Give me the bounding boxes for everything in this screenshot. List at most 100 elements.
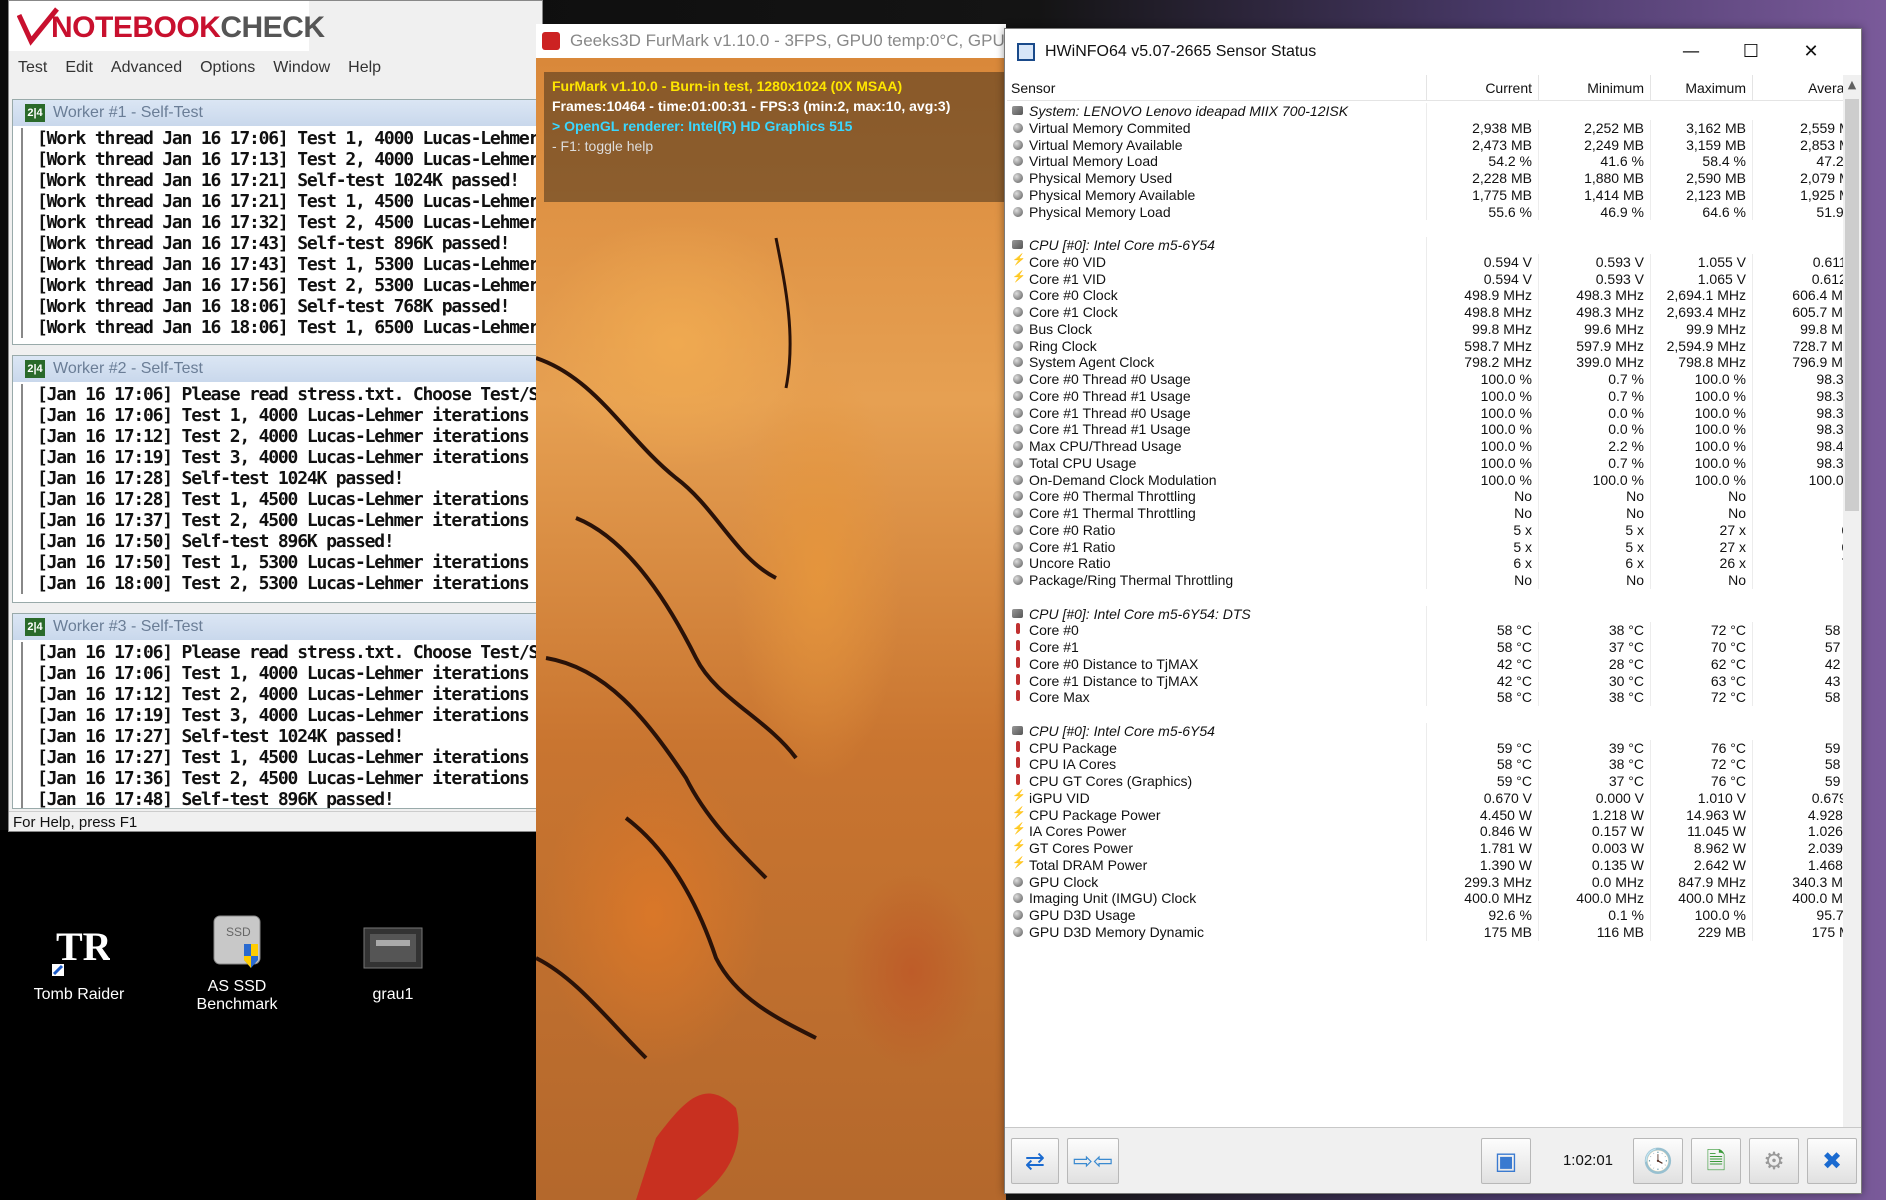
desktop-icon-grau1[interactable]: grau1 bbox=[328, 918, 458, 1004]
sensor-row[interactable]: GPU Clock 299.3 MHz 0.0 MHz 847.9 MHz 340.3 … bbox=[1007, 873, 1843, 891]
sensor-group-row[interactable]: CPU [#0]: Intel Core m5-6Y54 bbox=[1007, 237, 1843, 254]
minimize-button[interactable]: — bbox=[1661, 29, 1721, 75]
average-value: 95.7 % bbox=[1753, 907, 1843, 924]
sensor-row[interactable]: On-Demand Clock Modulation 100.0 % 100.0 %… bbox=[1007, 471, 1843, 489]
sensor-group-row[interactable]: System: LENOVO Lenovo ideapad MIIX 700-1… bbox=[1007, 103, 1843, 120]
sensor-row[interactable]: Core #0 Thermal ThrottlingNoNoNoNo bbox=[1007, 488, 1843, 505]
worker-title[interactable]: 2|4 Worker #2 - Self-Test bbox=[13, 356, 542, 382]
sensor-row[interactable]: Core #058 °C38 °C72 °C58 °C bbox=[1007, 622, 1843, 639]
maximum-value: 99.9 MHz bbox=[1651, 320, 1753, 338]
sensor-row[interactable]: Core #0 Clock 498.9 MHz 498.3 MHz 2,694.1 M… bbox=[1007, 287, 1843, 304]
minimum-value: 46.9 % bbox=[1539, 203, 1651, 221]
worker-title[interactable]: 2|4 Worker #1 - Self-Test bbox=[13, 100, 542, 126]
sensor-row[interactable]: Core #1 Distance to TjMAX 42 °C 30 °C 63 °C… bbox=[1007, 672, 1843, 690]
column-minimum[interactable]: Minimum bbox=[1539, 75, 1651, 101]
worker-window-3[interactable]: 2|4 Worker #3 - Self-Test [Jan 16 17:06] … bbox=[12, 613, 542, 809]
sensor-row[interactable]: Package/Ring Thermal ThrottlingNoNoNoNo bbox=[1007, 572, 1843, 589]
collapse-button[interactable]: ⇨⇦ bbox=[1067, 1138, 1119, 1184]
sensor-row[interactable]: Core #1 VID 0.594 V0.593 V1.065 V0.612 V bbox=[1007, 269, 1843, 288]
hwinfo-titlebar[interactable]: HWiNFO64 v5.07-2665 Sensor Status — ☐ ✕ bbox=[1005, 29, 1861, 75]
sensor-group-row[interactable]: CPU [#0]: Intel Core m5-6Y54: DTS bbox=[1007, 605, 1843, 623]
clock-button[interactable]: 🕓 bbox=[1633, 1138, 1683, 1184]
current-value: 55.6 % bbox=[1427, 203, 1539, 221]
log-line: [Jan 16 17:27] Test 1, 4500 Lucas-Lehmer… bbox=[37, 747, 542, 768]
desktop-icon-tomb-raider[interactable]: TR Tomb Raider bbox=[14, 918, 144, 1004]
close-button[interactable]: ✕ bbox=[1781, 29, 1841, 75]
menu-item-window[interactable]: Window bbox=[264, 57, 339, 81]
minimum-value: 0.157 W bbox=[1539, 823, 1651, 840]
sensor-row[interactable]: Core #0 Thread #0 Usage 100.0 % 0.7 % 100.0… bbox=[1007, 371, 1843, 388]
worker-title[interactable]: 2|4 Worker #3 - Self-Test bbox=[13, 614, 542, 640]
sensor-row[interactable]: GPU D3D Usage 92.6 %0.1 %100.0 %95.7 % bbox=[1007, 907, 1843, 924]
sensor-row[interactable]: System Agent Clock 798.2 MHz 399.0 MHz 798.… bbox=[1007, 354, 1843, 371]
sensor-row[interactable]: CPU Package59 °C39 °C76 °C59 °C bbox=[1007, 739, 1843, 757]
menu-item-advanced[interactable]: Advanced bbox=[102, 57, 191, 81]
current-value: 1.390 W bbox=[1427, 856, 1539, 874]
worker-window-2[interactable]: 2|4 Worker #2 - Self-Test [Jan 16 17:06] … bbox=[12, 355, 542, 603]
sensor-label: Core #0 Distance to TjMAX bbox=[1007, 655, 1427, 673]
worker-log[interactable]: [Work thread Jan 16 17:06] Test 1, 4000 … bbox=[21, 128, 542, 338]
sensor-row[interactable]: Core #0 Thread #1 Usage 100.0 % 0.7 % 100.0… bbox=[1007, 387, 1843, 405]
sensor-row[interactable]: Uncore Ratio6 x6 x26 x7 x bbox=[1007, 555, 1843, 572]
settings-button[interactable]: ⚙ bbox=[1749, 1138, 1799, 1184]
maximum-value: 72 °C bbox=[1651, 622, 1753, 639]
menu-item-options[interactable]: Options bbox=[191, 57, 264, 81]
sensor-row[interactable]: iGPU VID 0.670 V0.000 V1.010 V0.679 V bbox=[1007, 788, 1843, 807]
sensor-row[interactable]: Ring Clock 598.7 MHz 597.9 MHz 2,594.9 MHz 7… bbox=[1007, 337, 1843, 355]
sensor-row[interactable]: Virtual Memory Commited 2,938 MB 2,252 MB 3… bbox=[1007, 119, 1843, 137]
sensor-row[interactable]: Virtual Memory Load 54.2 % 41.6 % 58.4 % 47.… bbox=[1007, 153, 1843, 170]
sensor-row[interactable]: Total DRAM Power 1.390 W0.135 W2.642 W1.4… bbox=[1007, 855, 1843, 874]
log-button[interactable]: 🗎 bbox=[1691, 1138, 1741, 1184]
scrollbar-thumb[interactable] bbox=[1845, 99, 1859, 511]
exit-button[interactable]: ✖ bbox=[1807, 1138, 1857, 1184]
sensor-row[interactable]: GPU D3D Memory Dynamic 175 MB 116 MB 229 MB… bbox=[1007, 923, 1843, 941]
sensor-row[interactable]: Core #1 Thread #0 Usage 100.0 % 0.0 % 100.0… bbox=[1007, 404, 1843, 422]
sensor-row[interactable]: Max CPU/Thread Usage 100.0 % 2.2 % 100.0 % 9… bbox=[1007, 438, 1843, 455]
sensor-label: Total DRAM Power bbox=[1007, 855, 1427, 874]
sensor-row[interactable]: Bus Clock99.8 MHz99.6 MHz99.9 MHz99.8 MH… bbox=[1007, 320, 1843, 338]
column-current[interactable]: Current bbox=[1427, 75, 1539, 101]
network-button[interactable]: ▣ bbox=[1481, 1138, 1531, 1184]
sensor-row[interactable]: Physical Memory Load 55.6 % 46.9 % 64.6 % 51… bbox=[1007, 203, 1843, 221]
sensor-row[interactable]: Core #0 VID 0.594 V0.593 V1.055 V0.611 V bbox=[1007, 252, 1843, 271]
sensor-row[interactable]: Virtual Memory Available 2,473 MB 2,249 MB… bbox=[1007, 136, 1843, 154]
sensor-row[interactable]: CPU GT Cores (Graphics) 59 °C 37 °C 76 °C 59… bbox=[1007, 773, 1843, 790]
sensor-row[interactable]: Core #1 58 °C37 °C70 °C57 °C bbox=[1007, 639, 1843, 656]
worker-log[interactable]: [Jan 16 17:06] Please read stress.txt. C… bbox=[21, 384, 542, 594]
sensor-row[interactable]: Total CPU Usage100.0 %0.7 %100.0 %98.3 % bbox=[1007, 454, 1843, 472]
scroll-up-arrow-icon[interactable]: ▲ bbox=[1843, 75, 1861, 95]
furmark-titlebar[interactable]: Geeks3D FurMark v1.10.0 - 3FPS, GPU0 tem… bbox=[536, 24, 1006, 58]
worker-app-icon: 2|4 bbox=[25, 618, 45, 636]
maximize-button[interactable]: ☐ bbox=[1721, 29, 1781, 75]
sensor-row[interactable]: Core #0 Ratio5 x5 x27 x6 x bbox=[1007, 521, 1843, 539]
sensor-row[interactable]: Imaging Unit (IMGU) Clock 400.0 MHz 400.0 … bbox=[1007, 890, 1843, 907]
sensor-row[interactable]: Core #1 Ratio5 x5 x27 x6 x bbox=[1007, 538, 1843, 556]
vertical-scrollbar[interactable]: ▲ ▼ bbox=[1843, 75, 1861, 1151]
sensor-table[interactable]: Sensor Current Minimum Maximum Average S… bbox=[1007, 75, 1843, 1151]
maximum-value: 100.0 % bbox=[1651, 454, 1753, 472]
sensor-row[interactable]: Core #0 Distance to TjMAX 42 °C 28 °C 62 °C… bbox=[1007, 655, 1843, 673]
sensor-row[interactable]: Core #1 Thermal ThrottlingNoNoNoNo bbox=[1007, 505, 1843, 522]
sensor-row[interactable]: Physical Memory Available 1,775 MB 1,414 M… bbox=[1007, 186, 1843, 204]
sensor-row[interactable]: CPU Package Power 4.450 W1.218 W14.963 W4… bbox=[1007, 805, 1843, 824]
column-sensor[interactable]: Sensor bbox=[1007, 75, 1427, 101]
sensor-name: Uncore Ratio bbox=[1029, 555, 1111, 572]
sensor-row[interactable]: Core #1 Clock 498.8 MHz 498.3 MHz 2,693.4 M… bbox=[1007, 304, 1843, 321]
sensor-row[interactable]: GT Cores Power 1.781 W0.003 W8.962 W2.039… bbox=[1007, 838, 1843, 857]
desktop-icon-as-ssd[interactable]: SSD AS SSD Benchmark bbox=[172, 910, 302, 1014]
sensor-row[interactable]: Physical Memory Used 2,228 MB 1,880 MB 2,59… bbox=[1007, 170, 1843, 187]
sensor-row[interactable]: Core #1 Thread #1 Usage 100.0 % 0.0 % 100.0… bbox=[1007, 421, 1843, 438]
sensor-dot-icon bbox=[1013, 173, 1023, 183]
sensor-row[interactable]: Core Max58 °C38 °C72 °C58 °C bbox=[1007, 689, 1843, 706]
worker-log[interactable]: [Jan 16 17:06] Please read stress.txt. C… bbox=[21, 642, 542, 808]
column-average[interactable]: Average bbox=[1753, 75, 1843, 101]
sensor-row[interactable]: CPU IA Cores58 °C38 °C72 °C58 °C bbox=[1007, 756, 1843, 773]
navigate-arrows-button[interactable]: ⇄ bbox=[1011, 1138, 1059, 1184]
sensor-group-row[interactable]: CPU [#0]: Intel Core m5-6Y54 bbox=[1007, 722, 1843, 740]
worker-window-1[interactable]: 2|4 Worker #1 - Self-Test [Work thread Ja… bbox=[12, 99, 542, 345]
menu-item-test[interactable]: Test bbox=[9, 57, 56, 81]
menu-item-help[interactable]: Help bbox=[339, 57, 390, 81]
sensor-row[interactable]: IA Cores Power 0.846 W0.157 W11.045 W1.02… bbox=[1007, 821, 1843, 840]
column-maximum[interactable]: Maximum bbox=[1651, 75, 1753, 101]
menu-item-edit[interactable]: Edit bbox=[56, 57, 102, 81]
